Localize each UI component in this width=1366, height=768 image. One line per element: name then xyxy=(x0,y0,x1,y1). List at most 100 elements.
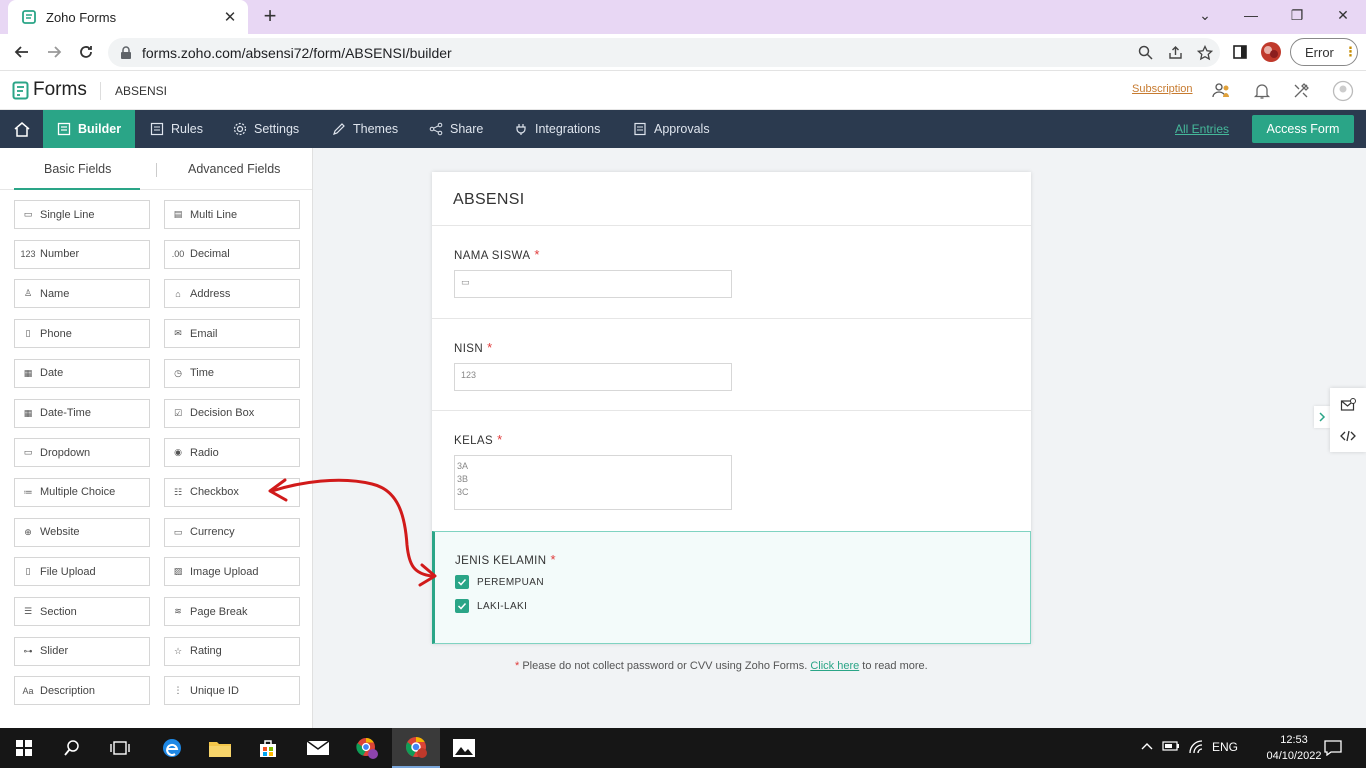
field-type-decision-box[interactable]: ☑ Decision Box xyxy=(164,398,300,428)
field-type-dropdown[interactable]: ▭ Dropdown xyxy=(14,438,150,468)
tab-builder[interactable]: Builder xyxy=(43,110,136,148)
close-tab-icon[interactable]: ✕ xyxy=(222,8,238,26)
chrome-active-icon[interactable] xyxy=(392,728,440,768)
field-type-multiple-choice[interactable]: ≔ Multiple Choice xyxy=(14,477,150,507)
field-type-name[interactable]: ♙ Name xyxy=(14,279,150,309)
checkbox-option-laki-laki[interactable]: LAKI-LAKI xyxy=(455,599,527,613)
zoom-icon[interactable] xyxy=(1130,45,1160,60)
page-break-icon: ≋ xyxy=(174,606,182,616)
field-type-unique-id[interactable]: ⋮ Unique ID xyxy=(164,676,300,706)
store-icon[interactable] xyxy=(244,728,292,768)
home-icon[interactable] xyxy=(0,110,43,148)
security-note: * Please do not collect password or CVV … xyxy=(515,660,928,672)
embed-code-icon[interactable] xyxy=(1339,427,1357,445)
field-type-multi-line[interactable]: ▤ Multi Line xyxy=(164,200,300,229)
field-type-slider[interactable]: ⊶ Slider xyxy=(14,636,150,666)
mail-settings-icon[interactable] xyxy=(1339,396,1357,414)
search-icon[interactable] xyxy=(48,728,96,768)
field-type-currency[interactable]: ▭ Currency xyxy=(164,517,300,547)
users-icon[interactable] xyxy=(1211,80,1233,102)
photos-icon[interactable] xyxy=(440,728,488,768)
field-type-image-upload[interactable]: ▨ Image Upload xyxy=(164,557,300,587)
tools-icon[interactable] xyxy=(1290,80,1312,102)
window-dropdown-icon[interactable]: ⌄ xyxy=(1182,4,1228,26)
reload-icon[interactable] xyxy=(74,41,98,63)
field-nisn[interactable]: NISN * 123 xyxy=(432,318,1031,410)
field-type-section[interactable]: ☰ Section xyxy=(14,597,150,626)
back-icon[interactable] xyxy=(10,41,34,63)
kelas-options-box[interactable]: 3A 3B 3C xyxy=(454,455,732,510)
number-input[interactable]: 123 xyxy=(454,363,732,391)
chevron-right-icon[interactable] xyxy=(1314,406,1330,428)
tab-integrations[interactable]: Integrations xyxy=(500,110,614,148)
wifi-icon[interactable] xyxy=(1188,740,1204,757)
checkbox-checked-icon[interactable] xyxy=(455,575,469,589)
tab-share[interactable]: Share xyxy=(415,110,497,148)
new-tab-icon[interactable]: + xyxy=(260,5,280,27)
share-page-icon[interactable] xyxy=(1160,45,1190,60)
field-type-rating[interactable]: ☆ Rating xyxy=(164,636,300,666)
address-bar[interactable]: forms.zoho.com/absensi72/form/ABSENSI/bu… xyxy=(108,38,1220,67)
user-avatar-icon[interactable] xyxy=(1332,80,1354,102)
field-type-website[interactable]: ⊕ Website xyxy=(14,517,150,547)
tab-basic-fields[interactable]: Basic Fields xyxy=(44,162,111,176)
field-type-checkbox[interactable]: ☷ Checkbox xyxy=(164,477,300,507)
notification-center-icon[interactable] xyxy=(1324,740,1342,759)
battery-icon[interactable] xyxy=(1162,740,1180,755)
field-type-phone[interactable]: ▯ Phone xyxy=(14,319,150,349)
tab-rules[interactable]: Rules xyxy=(136,110,217,148)
field-type-decimal[interactable]: .00 Decimal xyxy=(164,239,300,269)
edge-browser-icon[interactable] xyxy=(148,728,196,768)
close-window-icon[interactable]: ✕ xyxy=(1320,4,1366,26)
profile-error-button[interactable]: Error ⋮ xyxy=(1290,38,1358,66)
checkbox-option-perempuan[interactable]: PEREMPUAN xyxy=(455,575,544,589)
taskbar-clock[interactable]: 12:53 04/10/2022 xyxy=(1262,732,1326,764)
notifications-bell-icon[interactable] xyxy=(1251,80,1273,102)
restore-icon[interactable]: ❐ xyxy=(1274,4,1320,26)
task-view-icon[interactable] xyxy=(96,728,144,768)
forms-logo[interactable]: Forms xyxy=(12,79,87,101)
file-explorer-icon[interactable] xyxy=(196,728,244,768)
field-type-description[interactable]: Aa Description xyxy=(14,676,150,706)
field-type-date-time[interactable]: ▦ Date-Time xyxy=(14,398,150,428)
sidebar-toggle-icon[interactable] xyxy=(1228,41,1252,63)
bookmark-star-icon[interactable] xyxy=(1190,44,1220,61)
tab-themes[interactable]: Themes xyxy=(318,110,412,148)
field-type-single-line[interactable]: ▭ Single Line xyxy=(14,200,150,229)
field-kelas[interactable]: KELAS * 3A 3B 3C xyxy=(432,410,1031,531)
chrome-profile-icon[interactable] xyxy=(343,728,391,768)
mail-icon[interactable] xyxy=(294,728,342,768)
field-type-address[interactable]: ⌂ Address xyxy=(164,279,300,309)
field-type-time[interactable]: ◷ Time xyxy=(164,358,300,388)
language-indicator[interactable]: ENG xyxy=(1212,740,1238,754)
single-line-input[interactable]: ▭ xyxy=(454,270,732,298)
tray-chevron-up-icon[interactable] xyxy=(1140,740,1154,754)
click-here-link[interactable]: Click here xyxy=(810,660,859,672)
tab-advanced-fields[interactable]: Advanced Fields xyxy=(188,162,280,176)
all-entries-link[interactable]: All Entries xyxy=(1175,122,1229,136)
field-type-email[interactable]: ✉ Email xyxy=(164,319,300,349)
date-time-icon: ▦ xyxy=(23,407,33,418)
field-type-date[interactable]: ▦ Date xyxy=(14,358,150,388)
profile-avatar[interactable] xyxy=(1259,41,1283,63)
minimize-icon[interactable]: — xyxy=(1228,4,1274,26)
field-type-label: Currency xyxy=(190,526,235,539)
field-jenis-kelamin-selected[interactable]: JENIS KELAMIN * PEREMPUAN LAKI-LAKI xyxy=(432,531,1031,644)
forms-logo-icon xyxy=(12,81,29,99)
windows-start-icon[interactable] xyxy=(0,728,48,768)
forward-icon[interactable] xyxy=(42,41,66,63)
checkbox-checked-icon[interactable] xyxy=(455,599,469,613)
plug-icon xyxy=(516,124,526,135)
form-title[interactable]: ABSENSI xyxy=(453,191,524,209)
field-type-file-upload[interactable]: ▯ File Upload xyxy=(14,557,150,587)
field-nama-siswa[interactable]: NAMA SISWA * ▭ xyxy=(432,225,1031,318)
access-form-button[interactable]: Access Form xyxy=(1252,115,1354,143)
subscription-link[interactable]: Subscription xyxy=(1132,83,1193,95)
share-icon xyxy=(429,122,443,136)
browser-tab[interactable]: Zoho Forms ✕ xyxy=(8,0,248,34)
tab-settings[interactable]: Settings xyxy=(219,110,313,148)
field-type-number[interactable]: 123 Number xyxy=(14,239,150,269)
tab-approvals[interactable]: Approvals xyxy=(619,110,724,148)
field-type-radio[interactable]: ◉ Radio xyxy=(164,438,300,468)
field-type-page-break[interactable]: ≋ Page Break xyxy=(164,597,300,626)
